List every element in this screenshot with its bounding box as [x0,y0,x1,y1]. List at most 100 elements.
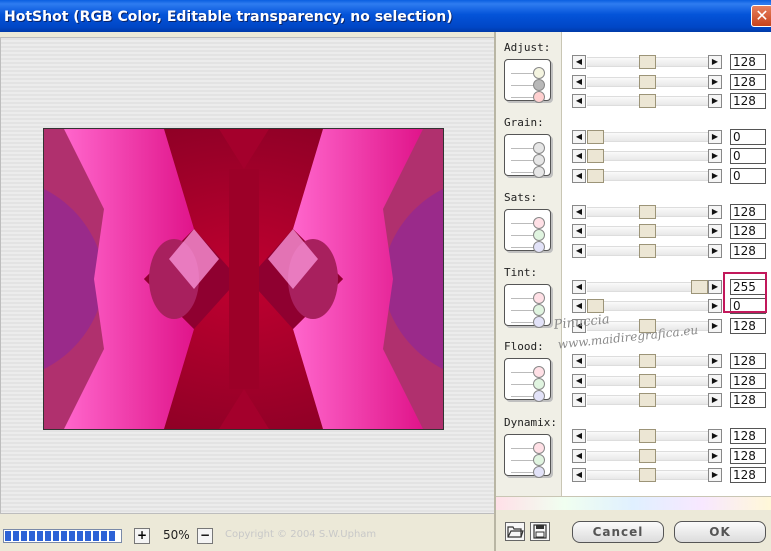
slider-thumb[interactable] [639,393,656,407]
slider-left-arrow-icon[interactable]: ◀ [572,449,586,463]
slider-value-field[interactable]: 128 [730,74,766,90]
slider-value-field[interactable]: 128 [730,428,766,444]
slider-track[interactable] [587,171,708,181]
slider-right-arrow-icon[interactable]: ▶ [708,299,722,313]
slider-left-arrow-icon[interactable]: ◀ [572,244,586,258]
slider-left-arrow-icon[interactable]: ◀ [572,75,586,89]
slider[interactable]: ◀ ▶ [572,129,722,145]
slider[interactable]: ◀ ▶ [572,54,722,70]
slider-left-arrow-icon[interactable]: ◀ [572,224,586,238]
ok-button[interactable]: OK [674,521,766,543]
slider-thumb[interactable] [639,449,656,463]
slider-value-field[interactable]: 128 [730,93,766,109]
slider[interactable]: ◀ ▶ [572,148,722,164]
slider-left-arrow-icon[interactable]: ◀ [572,169,586,183]
slider-thumb[interactable] [587,130,604,144]
slider-right-arrow-icon[interactable]: ▶ [708,149,722,163]
slider-right-arrow-icon[interactable]: ▶ [708,94,722,108]
close-button[interactable]: ✕ [751,5,771,27]
slider-right-arrow-icon[interactable]: ▶ [708,130,722,144]
slider-thumb[interactable] [639,354,656,368]
slider-thumb[interactable] [587,149,604,163]
slider-right-arrow-icon[interactable]: ▶ [708,55,722,69]
zoom-in-button[interactable]: + [134,528,150,544]
slider-value-field[interactable]: 128 [730,204,766,220]
slider-thumb[interactable] [639,224,656,238]
slider-left-arrow-icon[interactable]: ◀ [572,94,586,108]
slider-track[interactable] [587,132,708,142]
slider[interactable]: ◀ ▶ [572,467,722,483]
slider[interactable]: ◀ ▶ [572,448,722,464]
slider-value-field[interactable]: 128 [730,223,766,239]
slider-left-arrow-icon[interactable]: ◀ [572,299,586,313]
slider-right-arrow-icon[interactable]: ▶ [708,449,722,463]
slider[interactable]: ◀ ▶ [572,353,722,369]
category-preset-button[interactable] [504,358,551,402]
slider-right-arrow-icon[interactable]: ▶ [708,429,722,443]
slider-left-arrow-icon[interactable]: ◀ [572,429,586,443]
slider[interactable]: ◀ ▶ [572,243,722,259]
slider-value-field[interactable]: 128 [730,318,766,334]
slider-thumb[interactable] [639,429,656,443]
category-preset-button[interactable] [504,434,551,478]
slider[interactable]: ◀ ▶ [572,279,722,295]
slider-value-field[interactable]: 128 [730,353,766,369]
slider-right-arrow-icon[interactable]: ▶ [708,468,722,482]
slider[interactable]: ◀ ▶ [572,74,722,90]
slider-left-arrow-icon[interactable]: ◀ [572,149,586,163]
category-preset-button[interactable] [504,284,551,328]
slider-thumb[interactable] [639,94,656,108]
slider-value-field[interactable]: 128 [730,448,766,464]
slider[interactable]: ◀ ▶ [572,392,722,408]
cancel-button[interactable]: Cancel [572,521,664,543]
slider[interactable]: ◀ ▶ [572,223,722,239]
slider-right-arrow-icon[interactable]: ▶ [708,393,722,407]
category-preset-button[interactable] [504,209,551,253]
slider-thumb[interactable] [639,75,656,89]
zoom-out-button[interactable]: − [197,528,213,544]
slider[interactable]: ◀ ▶ [572,428,722,444]
category-preset-button[interactable] [504,134,551,178]
slider-thumb[interactable] [639,55,656,69]
slider-value-field[interactable]: 0 [730,129,766,145]
slider-left-arrow-icon[interactable]: ◀ [572,280,586,294]
slider-track[interactable] [587,151,708,161]
slider-right-arrow-icon[interactable]: ▶ [708,169,722,183]
category-preset-button[interactable] [504,59,551,103]
slider-thumb[interactable] [639,205,656,219]
slider-left-arrow-icon[interactable]: ◀ [572,130,586,144]
slider-right-arrow-icon[interactable]: ▶ [708,354,722,368]
slider[interactable]: ◀ ▶ [572,168,722,184]
slider-left-arrow-icon[interactable]: ◀ [572,374,586,388]
slider-left-arrow-icon[interactable]: ◀ [572,354,586,368]
slider-right-arrow-icon[interactable]: ▶ [708,224,722,238]
slider-right-arrow-icon[interactable]: ▶ [708,319,722,333]
slider-right-arrow-icon[interactable]: ▶ [708,280,722,294]
slider-thumb[interactable] [639,374,656,388]
slider-value-field[interactable]: 128 [730,243,766,259]
open-folder-button[interactable] [505,522,525,541]
slider-left-arrow-icon[interactable]: ◀ [572,468,586,482]
slider-thumb[interactable] [639,244,656,258]
slider-right-arrow-icon[interactable]: ▶ [708,205,722,219]
slider[interactable]: ◀ ▶ [572,373,722,389]
slider[interactable]: ◀ ▶ [572,93,722,109]
slider-right-arrow-icon[interactable]: ▶ [708,374,722,388]
slider-value-field[interactable]: 128 [730,54,766,70]
slider-right-arrow-icon[interactable]: ▶ [708,244,722,258]
slider-left-arrow-icon[interactable]: ◀ [572,393,586,407]
slider-right-arrow-icon[interactable]: ▶ [708,75,722,89]
slider-value-field[interactable]: 128 [730,373,766,389]
slider-value-field[interactable]: 0 [730,148,766,164]
slider-thumb[interactable] [587,299,604,313]
slider-value-field[interactable]: 0 [730,168,766,184]
slider-value-field[interactable]: 128 [730,467,766,483]
slider-thumb[interactable] [691,280,708,294]
slider-thumb[interactable] [639,468,656,482]
slider-value-field[interactable]: 128 [730,392,766,408]
slider-track[interactable] [587,282,708,292]
slider[interactable]: ◀ ▶ [572,204,722,220]
slider-left-arrow-icon[interactable]: ◀ [572,205,586,219]
slider-thumb[interactable] [587,169,604,183]
slider-left-arrow-icon[interactable]: ◀ [572,55,586,69]
